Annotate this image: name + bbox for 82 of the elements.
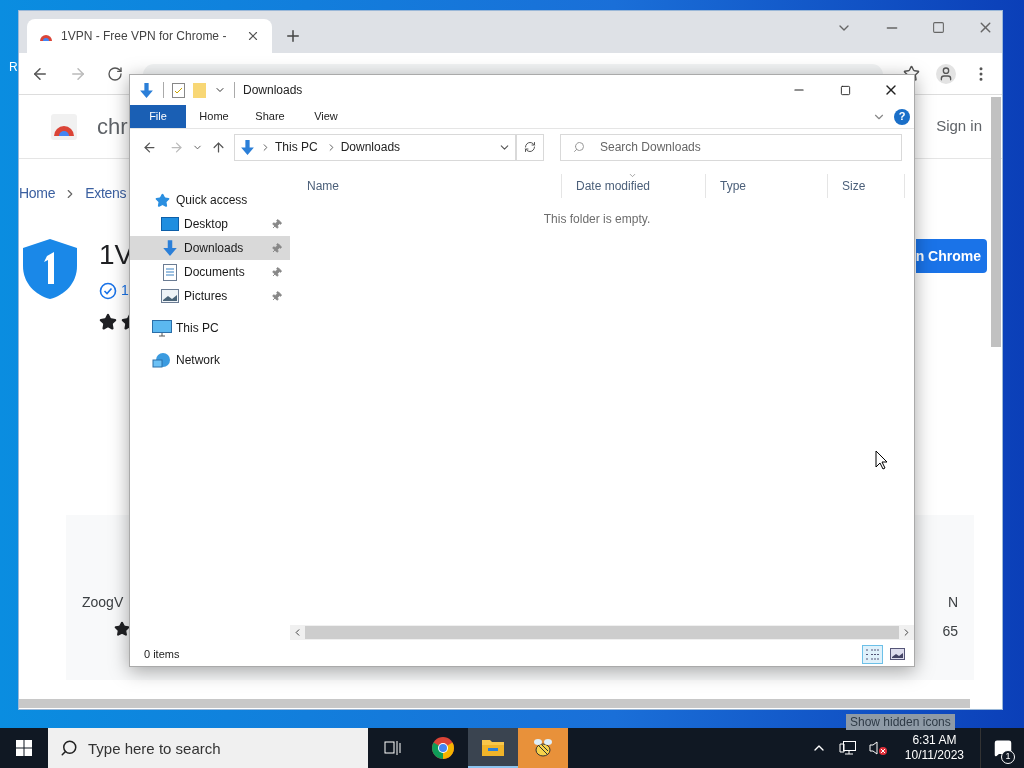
add-to-chrome-button[interactable]: n Chrome bbox=[916, 239, 987, 273]
search-icon bbox=[60, 739, 78, 757]
browser-tab[interactable]: 1VPN - Free VPN for Chrome - bbox=[27, 19, 272, 53]
monitor-icon bbox=[152, 319, 172, 337]
up-icon[interactable] bbox=[211, 139, 226, 155]
breadcrumb-link[interactable]: Home bbox=[19, 183, 56, 204]
folder-icon bbox=[193, 82, 206, 98]
nav-pane-item[interactable]: Quick access bbox=[130, 188, 290, 212]
download-arrow-icon bbox=[161, 239, 179, 257]
rating-count: 65 bbox=[942, 622, 958, 641]
store-name: chr bbox=[97, 113, 128, 141]
vertical-scrollbar[interactable] bbox=[991, 97, 1001, 347]
nav-pane-item[interactable]: Desktop bbox=[130, 212, 290, 236]
shield-logo-icon bbox=[21, 238, 79, 300]
download-arrow-icon bbox=[239, 138, 256, 156]
muted-speaker-icon[interactable] bbox=[868, 740, 889, 756]
star-icon bbox=[99, 313, 117, 331]
reload-icon[interactable] bbox=[107, 65, 123, 82]
profile-icon[interactable] bbox=[936, 63, 956, 84]
desktop-icon-label: R bbox=[9, 59, 18, 76]
sign-in-link[interactable]: Sign in bbox=[936, 115, 982, 138]
related-extension-name[interactable]: ZoogV bbox=[82, 592, 124, 613]
desktop-icon bbox=[161, 217, 179, 231]
status-text: 0 items bbox=[144, 646, 180, 662]
download-arrow-icon bbox=[138, 81, 155, 99]
mouse-cursor-icon bbox=[875, 450, 888, 470]
tab-title: 1VPN - Free VPN for Chrome - bbox=[61, 28, 228, 45]
folder-icon bbox=[481, 737, 505, 757]
chrome-logo-icon bbox=[431, 736, 455, 760]
refresh-icon bbox=[524, 141, 536, 153]
document-icon bbox=[163, 263, 177, 281]
nav-pane-item[interactable]: This PC bbox=[130, 316, 290, 340]
breadcrumb-segment[interactable]: Downloads bbox=[340, 138, 401, 156]
maximize-icon bbox=[839, 84, 851, 96]
notification-count: 1 bbox=[1001, 750, 1015, 764]
ribbon-tab[interactable]: Share bbox=[242, 105, 298, 128]
search-icon bbox=[573, 140, 585, 153]
breadcrumb-segment[interactable]: This PC bbox=[275, 138, 318, 156]
task-view-icon bbox=[384, 740, 402, 756]
column-header[interactable]: Size bbox=[828, 174, 905, 198]
nav-pane-item[interactable]: Network bbox=[130, 348, 290, 372]
picture-icon bbox=[161, 289, 179, 303]
close-icon[interactable] bbox=[246, 29, 260, 43]
taskbar-search-field[interactable]: Type here to search bbox=[48, 728, 368, 768]
refresh-button[interactable] bbox=[516, 133, 544, 161]
properties-icon bbox=[172, 82, 185, 98]
network-icon bbox=[152, 351, 172, 369]
new-tab-icon[interactable] bbox=[284, 27, 302, 45]
breadcrumb-link[interactable]: Extens bbox=[85, 183, 127, 204]
maximize-icon[interactable] bbox=[932, 21, 945, 34]
related-extension-name[interactable]: N bbox=[947, 592, 958, 613]
column-header[interactable]: Date modified bbox=[562, 174, 706, 198]
horizontal-scrollbar[interactable] bbox=[19, 699, 970, 708]
windows-logo-icon bbox=[16, 740, 32, 756]
taskbar-app[interactable] bbox=[468, 728, 518, 768]
star-icon bbox=[114, 621, 130, 637]
search-field[interactable]: Search Downloads bbox=[560, 133, 902, 161]
verified-icon bbox=[99, 281, 117, 300]
help-icon[interactable]: ? bbox=[894, 108, 910, 125]
column-header[interactable]: Name bbox=[293, 174, 562, 198]
nav-pane-item[interactable]: Downloads bbox=[130, 236, 290, 260]
star-icon bbox=[154, 192, 170, 208]
ribbon-tab[interactable]: File bbox=[130, 105, 186, 128]
tooltip: Show hidden icons bbox=[846, 714, 955, 730]
details-list-icon bbox=[865, 647, 880, 661]
nav-pane-item[interactable]: Pictures bbox=[130, 284, 290, 308]
address-bar[interactable]: This PC Downloads bbox=[234, 133, 516, 161]
taskbar-app[interactable] bbox=[518, 728, 568, 768]
notifications-button[interactable]: 1 bbox=[980, 728, 1024, 768]
user-count: 1 bbox=[121, 281, 129, 300]
picture-icon bbox=[890, 648, 905, 660]
nav-pane-item[interactable]: Documents bbox=[130, 260, 290, 284]
empty-folder-message: This folder is empty. bbox=[543, 211, 651, 228]
ribbon-tab[interactable]: View bbox=[298, 105, 354, 128]
back-icon[interactable] bbox=[142, 139, 157, 155]
window-title: Downloads bbox=[243, 82, 303, 99]
horizontal-scrollbar-thumb[interactable] bbox=[305, 626, 899, 639]
clock[interactable]: 6:31 AM 10/11/2023 bbox=[900, 733, 968, 763]
network-icon[interactable] bbox=[838, 740, 857, 756]
store-logo-icon bbox=[51, 113, 77, 140]
ribbon-tab[interactable]: Home bbox=[186, 105, 242, 128]
column-header[interactable]: Type bbox=[706, 174, 828, 198]
